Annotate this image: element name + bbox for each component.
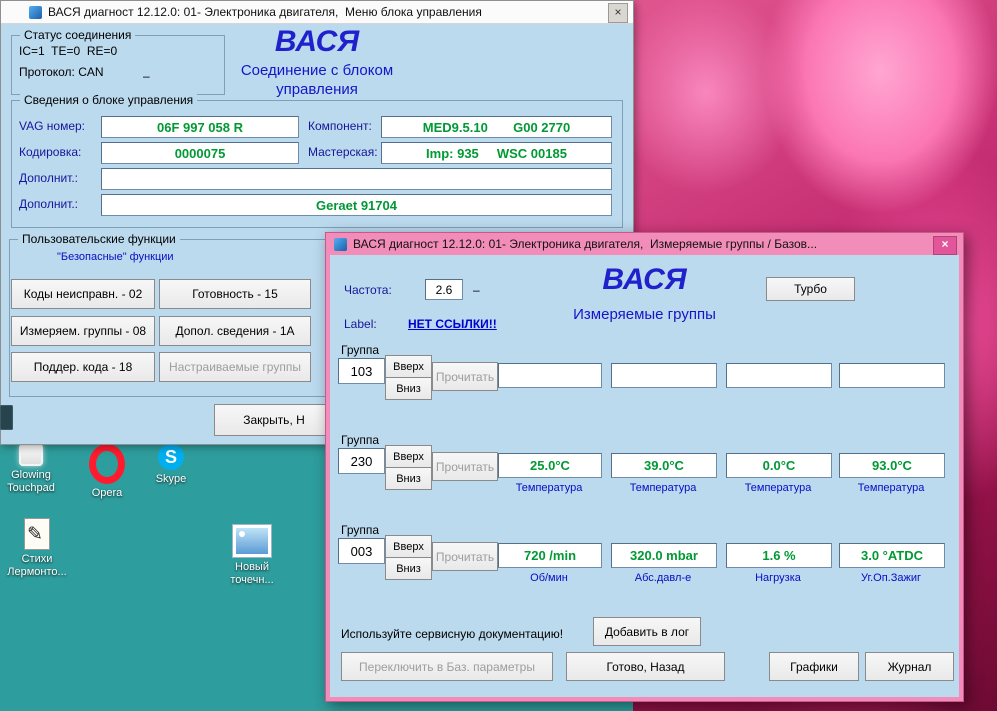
- desktop-icon-glowing-touchpad[interactable]: Glowing Touchpad: [0, 444, 62, 495]
- opera-icon: [89, 444, 125, 484]
- icon-label: Skype: [144, 473, 198, 486]
- unit-label: Об/мин: [498, 572, 600, 584]
- brand-title: ВАСЯ: [1, 25, 633, 59]
- value-field: [498, 363, 602, 388]
- unknown-small-icon[interactable]: [0, 405, 13, 430]
- groupbox-legend: Сведения о блоке управления: [20, 93, 197, 107]
- value-field: 39.0°C: [611, 453, 717, 478]
- icon-label: точечн...: [218, 574, 286, 587]
- value-field: [839, 363, 945, 388]
- done-back-button[interactable]: Готово, Назад: [566, 652, 725, 681]
- window2-titlebar[interactable]: ВАСЯ диагност 12.12.0: 01- Электроника д…: [326, 233, 963, 255]
- brand-title: ВАСЯ: [330, 263, 959, 297]
- extra2-label: Дополнит.:: [19, 197, 78, 211]
- workshop-label: Мастерская:: [308, 145, 378, 159]
- group-read-button[interactable]: Прочитать: [432, 542, 498, 571]
- group-up-button[interactable]: Вверх: [385, 445, 432, 468]
- group-down-button[interactable]: Вниз: [385, 557, 432, 580]
- extra1-field: [101, 168, 612, 190]
- value-field: 25.0°C: [498, 453, 602, 478]
- label-caption: Label:: [344, 317, 377, 331]
- desktop-icon-opera[interactable]: Opera: [80, 444, 134, 500]
- desktop-icon-new-bitmap[interactable]: Новый точечн...: [218, 524, 286, 587]
- group-number-field[interactable]: 003: [338, 538, 385, 564]
- value-field: 720 /min: [498, 543, 602, 568]
- unit-label: Абс.давл-е: [611, 572, 715, 584]
- group-number-field[interactable]: 230: [338, 448, 385, 474]
- vag-number-label: VAG номер:: [19, 119, 85, 133]
- icon-label: Стихи: [4, 553, 70, 566]
- unit-label: Температура: [611, 482, 715, 494]
- add-to-log-button[interactable]: Добавить в лог: [593, 617, 701, 646]
- icon-label: Лермонто...: [4, 566, 70, 579]
- icon-label: Glowing: [0, 469, 62, 482]
- switch-to-basic-button[interactable]: Переключить в Баз. параметры: [341, 652, 553, 681]
- workshop-field: Imp: 935 WSC 00185: [381, 142, 612, 164]
- vag-number-field: 06F 997 058 R: [101, 116, 299, 138]
- extra1-label: Дополнит.:: [19, 171, 78, 185]
- component-label: Компонент:: [308, 119, 372, 133]
- window2-content: Частота: 2.6 – Турбо ВАСЯ Измеряемые гру…: [330, 255, 959, 697]
- close-back-button[interactable]: Закрыть, Н: [214, 404, 334, 436]
- group-down-button[interactable]: Вниз: [385, 467, 432, 490]
- group-number-field[interactable]: 103: [338, 358, 385, 384]
- group-word: Группа: [341, 343, 379, 357]
- fault-codes-button[interactable]: Коды неисправн. - 02: [11, 279, 155, 309]
- unit-label: Нагрузка: [726, 572, 830, 584]
- service-doc-notice: Используйте сервисную документацию!: [341, 627, 563, 641]
- coding-label: Кодировка:: [19, 145, 81, 159]
- window-measuring-blocks: ВАСЯ диагност 12.12.0: 01- Электроника д…: [325, 232, 964, 702]
- window2-title: ВАСЯ диагност 12.12.0: 01- Электроника д…: [353, 237, 817, 251]
- supported-codes-button[interactable]: Поддер. кода - 18: [11, 352, 155, 382]
- measuring-group-row: Группа 230 Вверх Вниз Прочитать 25.0°C 3…: [330, 433, 959, 523]
- custom-groups-button[interactable]: Настраиваемые группы: [159, 352, 311, 382]
- desktop-icon-skype[interactable]: S Skype: [144, 444, 198, 486]
- bitmap-image-icon: [232, 524, 272, 558]
- icon-label: Новый: [218, 561, 286, 574]
- journal-button[interactable]: Журнал: [865, 652, 954, 681]
- measuring-group-row: Группа 003 Вверх Вниз Прочитать 720 /min…: [330, 523, 959, 613]
- extra2-field: Geraet 91704: [101, 194, 612, 216]
- value-field: [726, 363, 832, 388]
- icon-label: Opera: [80, 487, 134, 500]
- window1-close-button[interactable]: ×: [608, 3, 628, 23]
- measuring-group-row: Группа 103 Вверх Вниз Прочитать: [330, 343, 959, 433]
- group-up-button[interactable]: Вверх: [385, 355, 432, 378]
- group-up-button[interactable]: Вверх: [385, 535, 432, 558]
- graphs-button[interactable]: Графики: [769, 652, 859, 681]
- value-field: 1.6 %: [726, 543, 832, 568]
- group-word: Группа: [341, 433, 379, 447]
- group-read-button[interactable]: Прочитать: [432, 452, 498, 481]
- value-field: [611, 363, 717, 388]
- component-field: MED9.5.10 G00 2770: [381, 116, 612, 138]
- group-down-button[interactable]: Вниз: [385, 377, 432, 400]
- value-field: 0.0°C: [726, 453, 832, 478]
- no-link-link[interactable]: НЕТ ССЫЛКИ!!: [408, 317, 497, 331]
- group-word: Группа: [341, 523, 379, 537]
- pen-document-icon: ✎: [24, 518, 50, 550]
- app-icon: [29, 6, 42, 19]
- value-field: 93.0°C: [839, 453, 945, 478]
- coding-field: 0000075: [101, 142, 299, 164]
- measuring-blocks-button[interactable]: Измеряем. группы - 08: [11, 316, 155, 346]
- readiness-button[interactable]: Готовность - 15: [159, 279, 311, 309]
- window2-close-button[interactable]: ×: [933, 236, 957, 255]
- safe-functions-label: "Безопасные" функции: [57, 251, 174, 263]
- advanced-id-button[interactable]: Допол. сведения - 1A: [159, 316, 311, 346]
- groupbox-legend: Пользовательские функции: [18, 232, 180, 246]
- group-read-button[interactable]: Прочитать: [432, 362, 498, 391]
- value-field: 3.0 °ATDC: [839, 543, 945, 568]
- window1-title: ВАСЯ диагност 12.12.0: 01- Электроника д…: [48, 5, 482, 19]
- value-field: 320.0 mbar: [611, 543, 717, 568]
- unit-label: Температура: [498, 482, 600, 494]
- app-icon: [334, 238, 347, 251]
- unit-label: Уг.Оп.Зажиг: [839, 572, 943, 584]
- window1-titlebar[interactable]: ВАСЯ диагност 12.12.0: 01- Электроника д…: [1, 1, 633, 24]
- icon-label: Touchpad: [0, 482, 62, 495]
- unit-label: Температура: [726, 482, 830, 494]
- unit-label: Температура: [839, 482, 943, 494]
- desktop-icon-stihi-lermontova[interactable]: ✎ Стихи Лермонто...: [4, 518, 70, 579]
- touchpad-icon: [19, 444, 43, 466]
- skype-icon: S: [158, 444, 184, 470]
